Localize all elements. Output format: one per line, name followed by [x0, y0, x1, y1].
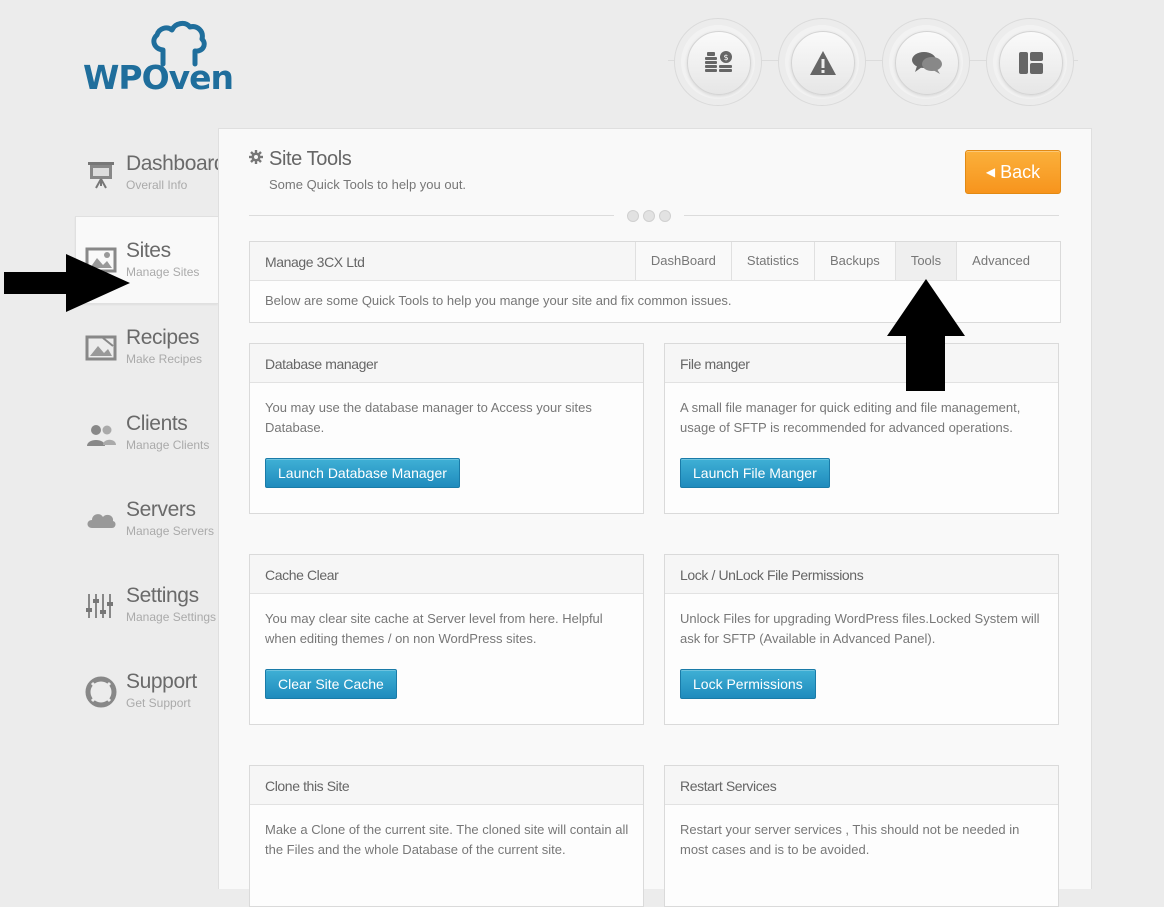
back-button[interactable]: ◀ Back [965, 150, 1061, 194]
manage-site-header: Manage 3CX Ltd DashBoard Statistics Back… [250, 242, 1060, 281]
launch-file-manager-button[interactable]: Launch File Manger [680, 458, 830, 488]
card-description: You may use the database manager to Acce… [265, 400, 592, 435]
card-description: Make a Clone of the current site. The cl… [265, 822, 629, 857]
card-clone-site: Clone this Site Make a Clone of the curr… [249, 765, 644, 907]
page-subtitle: Some Quick Tools to help you out. [269, 177, 467, 192]
alerts-button[interactable] [778, 18, 866, 106]
sidebar-item-title: Clients [126, 412, 188, 435]
dot [643, 210, 655, 222]
tab-dashboard[interactable]: DashBoard [634, 242, 731, 280]
sidebar-item-clients[interactable]: Clients Manage Clients [76, 390, 218, 476]
top-icon-bar: $ [668, 18, 1078, 106]
card-description: You may clear site cache at Server level… [265, 611, 603, 646]
sidebar-item-title: Recipes [126, 326, 200, 349]
card-description: A small file manager for quick editing a… [680, 400, 1021, 435]
layout-button[interactable] [986, 18, 1074, 106]
sidebar-item-settings[interactable]: Settings Manage Settings [76, 562, 218, 648]
lock-permissions-button[interactable]: Lock Permissions [680, 669, 816, 699]
svg-text:$: $ [723, 53, 728, 62]
lifebuoy-icon [85, 676, 117, 708]
layout-icon [1019, 52, 1043, 74]
back-button-label: Back [1000, 161, 1041, 182]
clear-site-cache-button[interactable]: Clear Site Cache [265, 669, 397, 699]
sidebar-item-servers[interactable]: Servers Manage Servers [76, 476, 218, 562]
card-title: Clone this Site [265, 778, 350, 794]
site-tabs: DashBoard Statistics Backups Tools Advan… [634, 242, 1060, 280]
card-header: File manger [665, 344, 1058, 383]
dot [627, 210, 639, 222]
tab-statistics[interactable]: Statistics [730, 242, 814, 280]
card-title: File manger [680, 356, 750, 372]
sidebar-item-recipes[interactable]: Recipes Make Recipes [76, 304, 218, 390]
sidebar-item-subtitle: Manage Servers [126, 524, 215, 538]
card-title: Restart Services [680, 778, 777, 794]
sidebar-item-support[interactable]: Support Get Support [76, 648, 218, 734]
sidebar-nav: Dashboard Overall Info Sites Manage Site… [75, 130, 226, 734]
card-title: Cache Clear [265, 567, 339, 583]
users-icon [87, 425, 116, 446]
sidebar-item-subtitle: Manage Settings [126, 610, 217, 624]
card-description: Restart your server services , This shou… [680, 822, 1020, 857]
tab-advanced[interactable]: Advanced [956, 242, 1060, 280]
card-description: Unlock Files for upgrading WordPress fil… [680, 611, 1040, 646]
double-chevron-left-icon: ◀ [985, 165, 996, 179]
divider-dots [614, 209, 684, 223]
photo-recipe-icon [85, 335, 117, 361]
warning-icon [810, 51, 836, 75]
card-database-manager: Database manager You may use the databas… [249, 343, 644, 514]
tab-tools[interactable]: Tools [894, 242, 957, 280]
brand-name: WPOven [83, 58, 234, 97]
sidebar-item-title: Settings [126, 584, 199, 607]
arrow-up-annotation-icon [887, 279, 965, 391]
presentation-icon [88, 162, 114, 189]
card-title: Lock / UnLock File Permissions [680, 567, 864, 583]
main-panel: Site Tools Some Quick Tools to help you … [218, 128, 1092, 907]
card-header: Database manager [250, 344, 643, 383]
card-file-permissions: Lock / UnLock File Permissions Unlock Fi… [664, 554, 1059, 725]
card-header: Clone this Site [250, 766, 643, 805]
card-restart-services: Restart Services Restart your server ser… [664, 765, 1059, 907]
tab-backups[interactable]: Backups [813, 242, 895, 280]
launch-database-manager-button[interactable]: Launch Database Manager [265, 458, 460, 488]
manage-site-description: Below are some Quick Tools to help you m… [265, 293, 732, 308]
sidebar-item-dashboard[interactable]: Dashboard Overall Info [76, 130, 226, 216]
page-title: Site Tools [249, 147, 352, 171]
sidebar-item-subtitle: Get Support [126, 696, 191, 710]
cloud-icon [87, 514, 116, 528]
sidebar-item-subtitle: Manage Clients [126, 438, 210, 452]
card-header: Lock / UnLock File Permissions [665, 555, 1058, 594]
manage-site-title: Manage 3CX Ltd [265, 254, 365, 270]
sidebar-item-subtitle: Manage Sites [126, 265, 200, 279]
billing-button[interactable]: $ [674, 18, 762, 106]
sidebar-item-subtitle: Make Recipes [126, 352, 203, 366]
card-file-manager: File manger A small file manager for qui… [664, 343, 1059, 514]
sidebar-item-title: Sites [126, 239, 171, 262]
chat-icon [912, 52, 942, 74]
sidebar-item-subtitle: Overall Info [126, 178, 188, 192]
card-cache-clear: Cache Clear You may clear site cache at … [249, 554, 644, 725]
page-title-text: Site Tools [269, 148, 352, 170]
messages-button[interactable] [882, 18, 970, 106]
arrow-right-annotation-icon [4, 254, 130, 312]
wpoven-logo[interactable]: WPOven [83, 20, 253, 100]
sidebar-item-title: Dashboard [126, 152, 226, 175]
card-header: Restart Services [665, 766, 1058, 805]
sliders-icon [86, 594, 113, 618]
sidebar-item-title: Support [126, 670, 197, 693]
card-title: Database manager [265, 356, 378, 372]
dot [659, 210, 671, 222]
sidebar-item-title: Servers [126, 498, 196, 521]
coins-icon: $ [705, 51, 732, 72]
card-header: Cache Clear [250, 555, 643, 594]
gear-icon [249, 147, 263, 170]
